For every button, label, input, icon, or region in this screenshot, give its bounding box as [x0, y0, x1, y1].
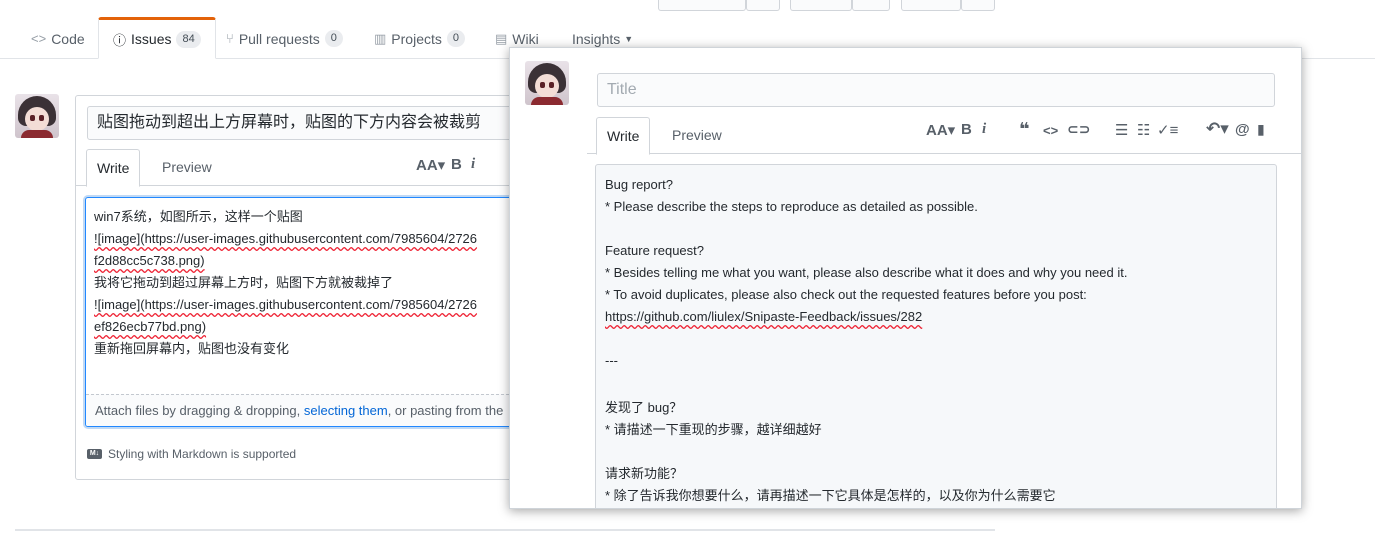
divider	[15, 529, 995, 531]
tab-label: Code	[51, 30, 85, 47]
template-line: * 请描述一下重现的步骤，越详细越好	[605, 422, 822, 437]
template-line: * To avoid duplicates, please also check…	[605, 287, 1087, 302]
markdown-support-note[interactable]: M↓ Styling with Markdown is supported	[87, 447, 296, 461]
template-line: * 除了告诉我你想要什么，请再描述一下它具体是怎样的，以及你为什么需要它	[605, 488, 1056, 503]
fork-count[interactable]	[961, 0, 995, 11]
project-icon: ▥	[374, 30, 387, 46]
tab-label: Projects	[391, 30, 442, 47]
selecting-them-link[interactable]: selecting them	[304, 403, 388, 418]
bold-icon[interactable]: B	[451, 156, 462, 173]
tab-label: Issues	[131, 31, 172, 47]
template-line: Bug report?	[605, 177, 673, 192]
bookmark-icon[interactable]: ▮	[1257, 121, 1265, 138]
template-line: Feature request?	[605, 243, 705, 258]
template-line: * Besides telling me what you want, plea…	[605, 265, 1128, 280]
watch-count[interactable]	[746, 0, 780, 11]
issue-opened-icon: ⓘ	[113, 32, 127, 48]
template-line: ---	[605, 353, 618, 368]
git-pull-request-icon: ⑂	[226, 31, 234, 46]
projects-counter: 0	[446, 30, 465, 47]
markdown-icon: M↓	[87, 449, 102, 459]
template-line: https://github.com/liulex/Snipaste-Feedb…	[605, 309, 923, 324]
task-list-icon[interactable]: ✓≡	[1157, 121, 1178, 139]
popup-tab-write[interactable]: Write	[596, 117, 651, 155]
avatar[interactable]	[15, 94, 59, 138]
pull-requests-counter: 0	[324, 30, 343, 47]
code-icon: <>	[31, 31, 47, 46]
template-line: 发现了 bug？	[605, 400, 683, 415]
tab-write[interactable]: Write	[86, 149, 141, 187]
pinned-screenshot-window[interactable]: Title Write Preview AA▾ B i ❝ <> ⊂⊃ ☰ ☷ …	[509, 47, 1302, 509]
bulleted-list-icon[interactable]: ☰	[1115, 121, 1128, 139]
popup-avatar	[525, 61, 569, 105]
text-size-icon[interactable]: AA▾	[416, 156, 445, 174]
popup-title-input[interactable]: Title	[597, 73, 1275, 107]
code-icon[interactable]: <>	[1043, 123, 1058, 138]
numbered-list-icon[interactable]: ☷	[1137, 121, 1150, 139]
italic-icon[interactable]: i	[982, 121, 986, 138]
bold-icon[interactable]: B	[961, 121, 972, 138]
book-icon: ▤	[495, 30, 508, 46]
italic-icon[interactable]: i	[471, 156, 475, 173]
popup-tab-preview[interactable]: Preview	[662, 117, 732, 154]
issue-body-text: win7系统，如图所示，这样一个贴图 ![image](https://user…	[94, 209, 478, 356]
fork-button[interactable]	[901, 0, 961, 11]
star-count[interactable]	[852, 0, 890, 11]
triangle-down-icon: ▼	[624, 33, 634, 44]
quote-icon[interactable]: ❝	[1019, 119, 1030, 140]
tab-projects[interactable]: ▥ Projects 0	[360, 18, 479, 59]
template-line: * Please describe the steps to reproduce…	[605, 199, 978, 214]
tab-label: Insights	[572, 30, 621, 47]
tab-pull-requests[interactable]: ⑂ Pull requests 0	[212, 18, 357, 59]
watch-button[interactable]	[658, 0, 746, 11]
issues-counter: 84	[176, 30, 201, 48]
star-button[interactable]	[790, 0, 852, 11]
tab-preview[interactable]: Preview	[152, 149, 222, 186]
text-size-icon[interactable]: AA▾	[926, 121, 955, 139]
template-line: 请求新功能？	[605, 466, 684, 481]
mention-icon[interactable]: @	[1235, 121, 1250, 138]
reply-icon[interactable]: ↶▾	[1206, 119, 1229, 139]
tab-issues[interactable]: ⓘ Issues 84	[98, 17, 216, 59]
tab-label: Pull requests	[238, 30, 320, 47]
link-icon[interactable]: ⊂⊃	[1067, 121, 1090, 138]
tab-code[interactable]: <> Code	[17, 18, 99, 59]
tab-label: Wiki	[512, 30, 539, 47]
popup-body-textarea[interactable]: Bug report? * Please describe the steps …	[595, 164, 1277, 508]
